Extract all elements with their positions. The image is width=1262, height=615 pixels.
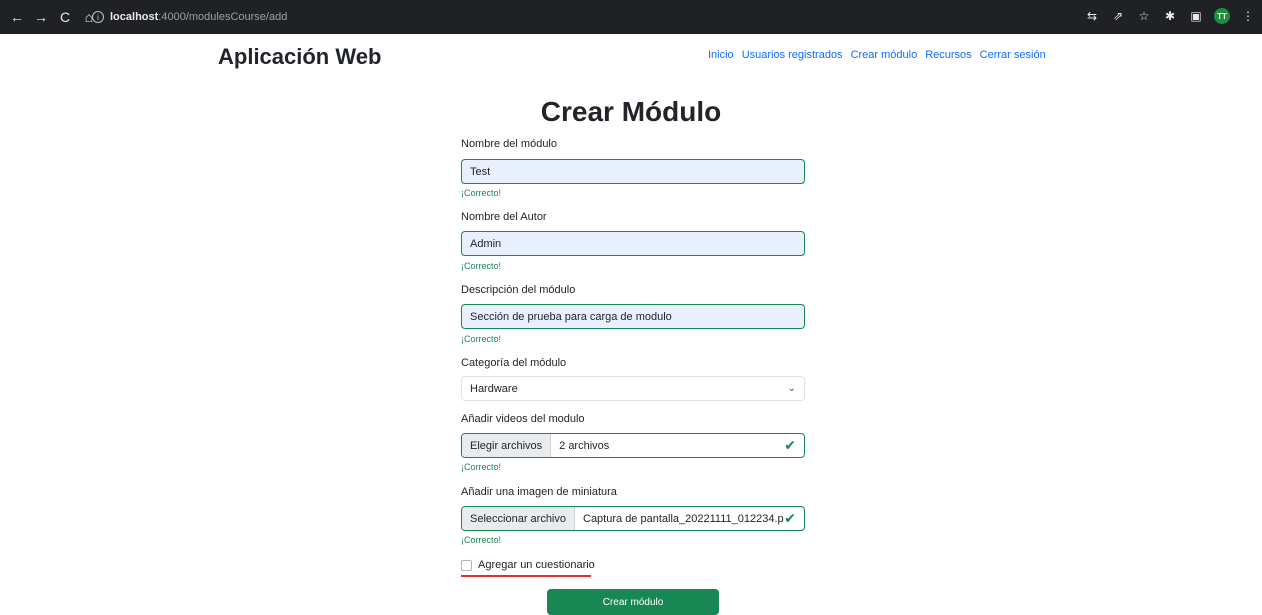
description-label: Descripción del módulo xyxy=(461,284,576,296)
videos-file-count: 2 archivos xyxy=(559,439,610,452)
url-path: :4000/modulesCourse/add xyxy=(158,11,288,23)
category-label: Categoría del módulo xyxy=(461,357,567,369)
main-nav: Inicio Usuarios registrados Crear módulo… xyxy=(708,49,1046,61)
info-icon[interactable]: i xyxy=(92,11,104,23)
browser-actions: ⇆ ⇗ ☆ ✱ ▣ TT ⋮ xyxy=(1084,8,1256,24)
profile-avatar[interactable]: TT xyxy=(1214,8,1230,24)
reload-icon[interactable]: C xyxy=(56,8,74,26)
nav-inicio[interactable]: Inicio xyxy=(708,49,734,61)
check-icon: ✔ xyxy=(784,437,796,453)
author-feedback: ¡Correcto! xyxy=(461,261,502,271)
module-name-label: Nombre del módulo xyxy=(461,138,557,150)
videos-feedback: ¡Correcto! xyxy=(461,462,502,472)
thumbnail-label: Añadir una imagen de miniatura xyxy=(461,486,617,498)
videos-label: Añadir videos del modulo xyxy=(461,413,585,425)
module-name-input[interactable]: Test xyxy=(461,159,805,184)
check-icon: ✔ xyxy=(784,510,796,526)
select-thumbnail-button[interactable]: Seleccionar archivo xyxy=(462,507,575,530)
category-selected-value: Hardware xyxy=(470,382,518,395)
menu-kebab-icon[interactable]: ⋮ xyxy=(1240,9,1256,23)
back-icon[interactable]: ← xyxy=(8,8,26,26)
extensions-icon[interactable]: ✱ xyxy=(1162,9,1178,23)
nav-cerrar-sesion[interactable]: Cerrar sesión xyxy=(980,49,1046,61)
category-select[interactable]: Hardware ⌄ xyxy=(461,376,805,401)
url-host: localhost xyxy=(110,11,159,23)
nav-recursos[interactable]: Recursos xyxy=(925,49,971,61)
browser-toolbar: ← → C ⌂ i localhost:4000/modulesCourse/a… xyxy=(0,0,1262,34)
share-icon[interactable]: ⇗ xyxy=(1110,9,1126,23)
create-module-button[interactable]: Crear módulo xyxy=(547,589,719,615)
address-bar[interactable]: i localhost:4000/modulesCourse/add xyxy=(92,8,1092,26)
nav-crear-modulo[interactable]: Crear módulo xyxy=(851,49,918,61)
videos-file-input[interactable]: Elegir archivos 2 archivos ✔ xyxy=(461,433,805,458)
quiz-checkbox[interactable] xyxy=(461,559,472,571)
module-name-feedback: ¡Correcto! xyxy=(461,188,502,198)
chevron-down-icon: ⌄ xyxy=(787,383,796,394)
author-label: Nombre del Autor xyxy=(461,211,547,223)
thumbnail-file-name: Captura de pantalla_20221111_012234.png xyxy=(583,512,785,525)
description-feedback: ¡Correcto! xyxy=(461,334,502,344)
nav-usuarios-registrados[interactable]: Usuarios registrados xyxy=(742,49,843,61)
author-input[interactable]: Admin xyxy=(461,231,805,256)
page-title: Crear Módulo xyxy=(540,96,722,127)
quiz-checkbox-label[interactable]: Agregar un cuestionario xyxy=(478,559,595,571)
app-brand[interactable]: Aplicación Web xyxy=(218,44,381,70)
description-input[interactable]: Sección de prueba para carga de modulo xyxy=(461,304,805,329)
quiz-checkbox-row[interactable]: Agregar un cuestionario xyxy=(461,559,595,571)
thumbnail-file-input[interactable]: Seleccionar archivo Captura de pantalla_… xyxy=(461,506,805,531)
forward-icon[interactable]: → xyxy=(32,8,50,26)
thumbnail-feedback: ¡Correcto! xyxy=(461,535,502,545)
translate-icon[interactable]: ⇆ xyxy=(1084,9,1100,23)
side-panel-icon[interactable]: ▣ xyxy=(1188,9,1204,23)
bookmark-star-icon[interactable]: ☆ xyxy=(1136,9,1152,23)
annotation-underline xyxy=(461,575,591,577)
choose-videos-button[interactable]: Elegir archivos xyxy=(462,434,552,457)
